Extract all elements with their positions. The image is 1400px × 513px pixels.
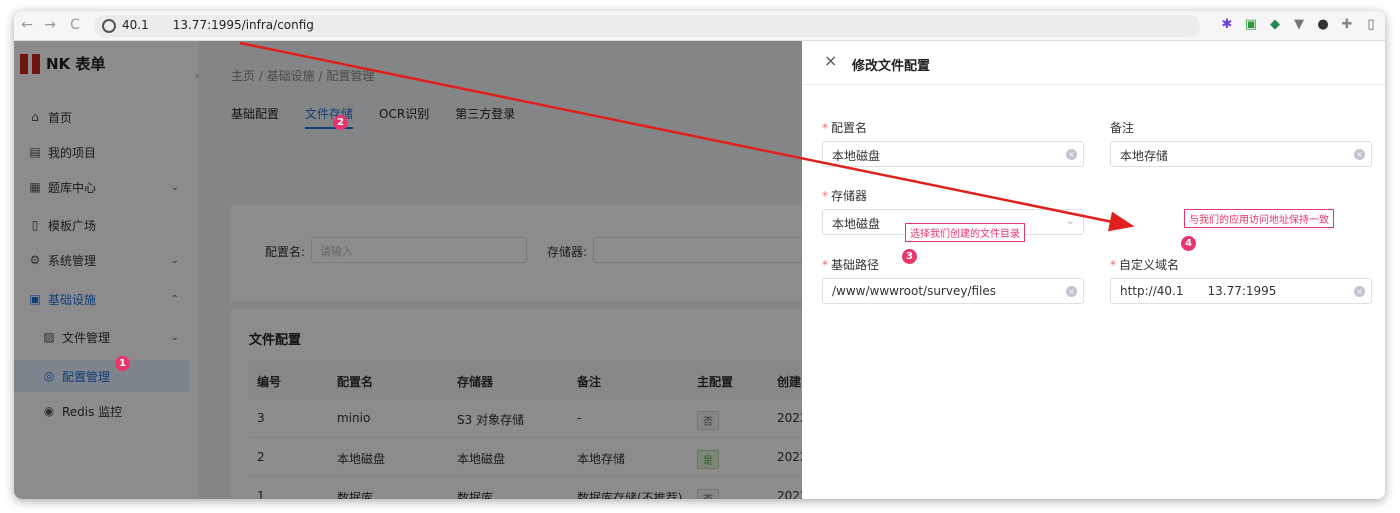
address-bar[interactable]: 40.1 13.77:1995/infra/config	[94, 15, 1200, 37]
config-name-field[interactable]: 本地磁盘 ×	[822, 141, 1084, 167]
extension-shield-icon[interactable]: ◆	[1267, 17, 1283, 33]
clear-icon[interactable]: ×	[1066, 149, 1077, 160]
close-icon[interactable]: ×	[824, 51, 837, 70]
edit-file-config-drawer: × 修改文件配置 * 配置名 本地磁盘 × 备注 本地存储 × * 存储器 本地磁盘…	[802, 41, 1385, 499]
clear-icon[interactable]: ×	[1066, 286, 1077, 297]
base-path-label: * 基础路径	[822, 258, 880, 272]
custom-domain-field[interactable]: http://40.1 13.77:1995 ×	[1110, 278, 1372, 304]
clear-icon[interactable]: ×	[1354, 286, 1365, 297]
annotation-badge-2: 2	[333, 115, 348, 130]
url-text: 40.1 13.77:1995/infra/config	[122, 18, 314, 32]
clear-icon[interactable]: ×	[1354, 149, 1365, 160]
base-path-field[interactable]: /www/wwwroot/survey/files ×	[822, 278, 1084, 304]
chevron-down-icon: ⌄	[1065, 214, 1075, 227]
extensions-puzzle-icon[interactable]: ✚	[1339, 17, 1355, 33]
extension-vue-icon[interactable]: ▼	[1291, 17, 1307, 33]
remark-field[interactable]: 本地存储 ×	[1110, 141, 1372, 167]
reload-icon[interactable]: C	[66, 16, 84, 34]
annotation-badge-1: 1	[115, 356, 130, 371]
drawer-title: 修改文件配置	[852, 59, 931, 74]
annotation-badge-4: 4	[1181, 236, 1196, 251]
storage-label: * 存储器	[822, 189, 868, 203]
back-icon[interactable]: ←	[18, 16, 36, 34]
drawer-header: × 修改文件配置	[802, 41, 1385, 85]
browser-window: ← → C 40.1 13.77:1995/infra/config ✱ ▣ ◆…	[14, 11, 1385, 499]
custom-domain-value: http://40.1 13.77:1995	[1120, 284, 1277, 298]
config-name-label: * 配置名	[822, 121, 868, 135]
forward-icon[interactable]: →	[41, 16, 59, 34]
annotation-note-4: 与我们的应用访问地址保持一致	[1184, 209, 1334, 228]
sidebar-toggle-icon[interactable]: ▯	[1363, 17, 1379, 33]
base-path-value: /www/wwwroot/survey/files	[832, 284, 997, 298]
site-info-icon[interactable]	[102, 19, 116, 33]
modal-overlay[interactable]	[14, 41, 802, 499]
remark-label: 备注	[1110, 121, 1135, 135]
annotation-note-3: 选择我们创建的文件目录	[905, 223, 1025, 242]
browser-toolbar: ← → C 40.1 13.77:1995/infra/config ✱ ▣ ◆…	[14, 11, 1385, 41]
custom-domain-label: * 自定义域名	[1110, 258, 1180, 272]
storage-value: 本地磁盘	[832, 217, 881, 231]
extension-evernote-icon[interactable]: ●	[1315, 17, 1331, 33]
extension-printer-icon[interactable]: ▣	[1243, 17, 1259, 33]
extension-star-icon[interactable]: ✱	[1219, 17, 1235, 33]
extensions-area: ✱ ▣ ◆ ▼ ● ✚ ▯	[1219, 17, 1379, 35]
config-name-value: 本地磁盘	[832, 149, 881, 163]
annotation-badge-3: 3	[902, 249, 917, 264]
remark-value: 本地存储	[1120, 149, 1169, 163]
